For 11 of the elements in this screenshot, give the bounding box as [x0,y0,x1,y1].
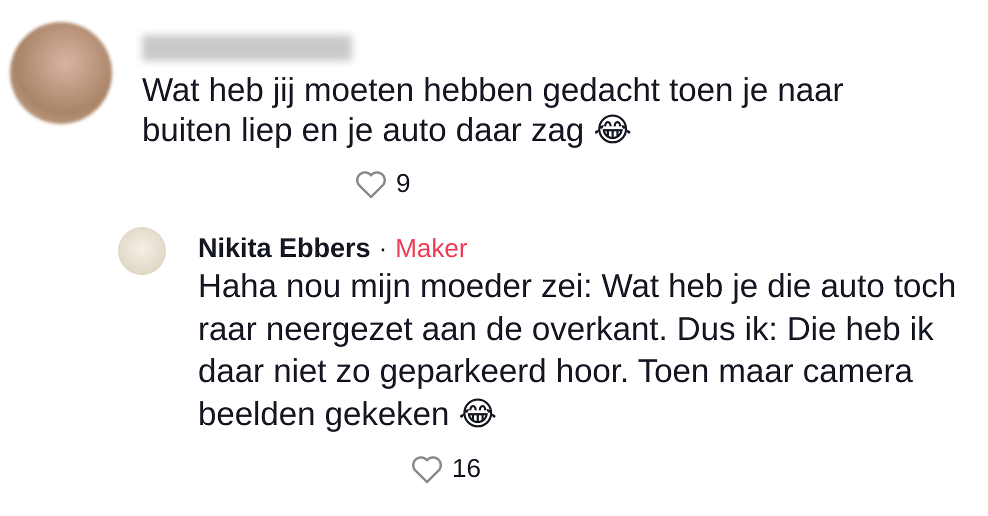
heart-icon [354,168,388,198]
creator-label: Maker [395,232,468,264]
like-count: 9 [396,168,410,199]
like-count: 16 [452,453,481,484]
like-button[interactable] [354,168,388,198]
username[interactable]: Nikita Ebbers [198,232,371,264]
comment-text: Wat heb jij moeten hebben gedacht toen je naar buiten liep en je auto daar zag 😂 [142,70,844,150]
like-button[interactable] [410,454,444,484]
separator-dot: · [378,232,388,264]
comment-text: Haha nou mijn moeder zei: Wat heb je die auto toch raar neergezet aan de overkant. Dus ik: Die heb ik daar niet zo geparkeerd hoor. Toen maar camera beelden gekeken 😂 [198,266,958,434]
heart-icon [410,454,444,484]
